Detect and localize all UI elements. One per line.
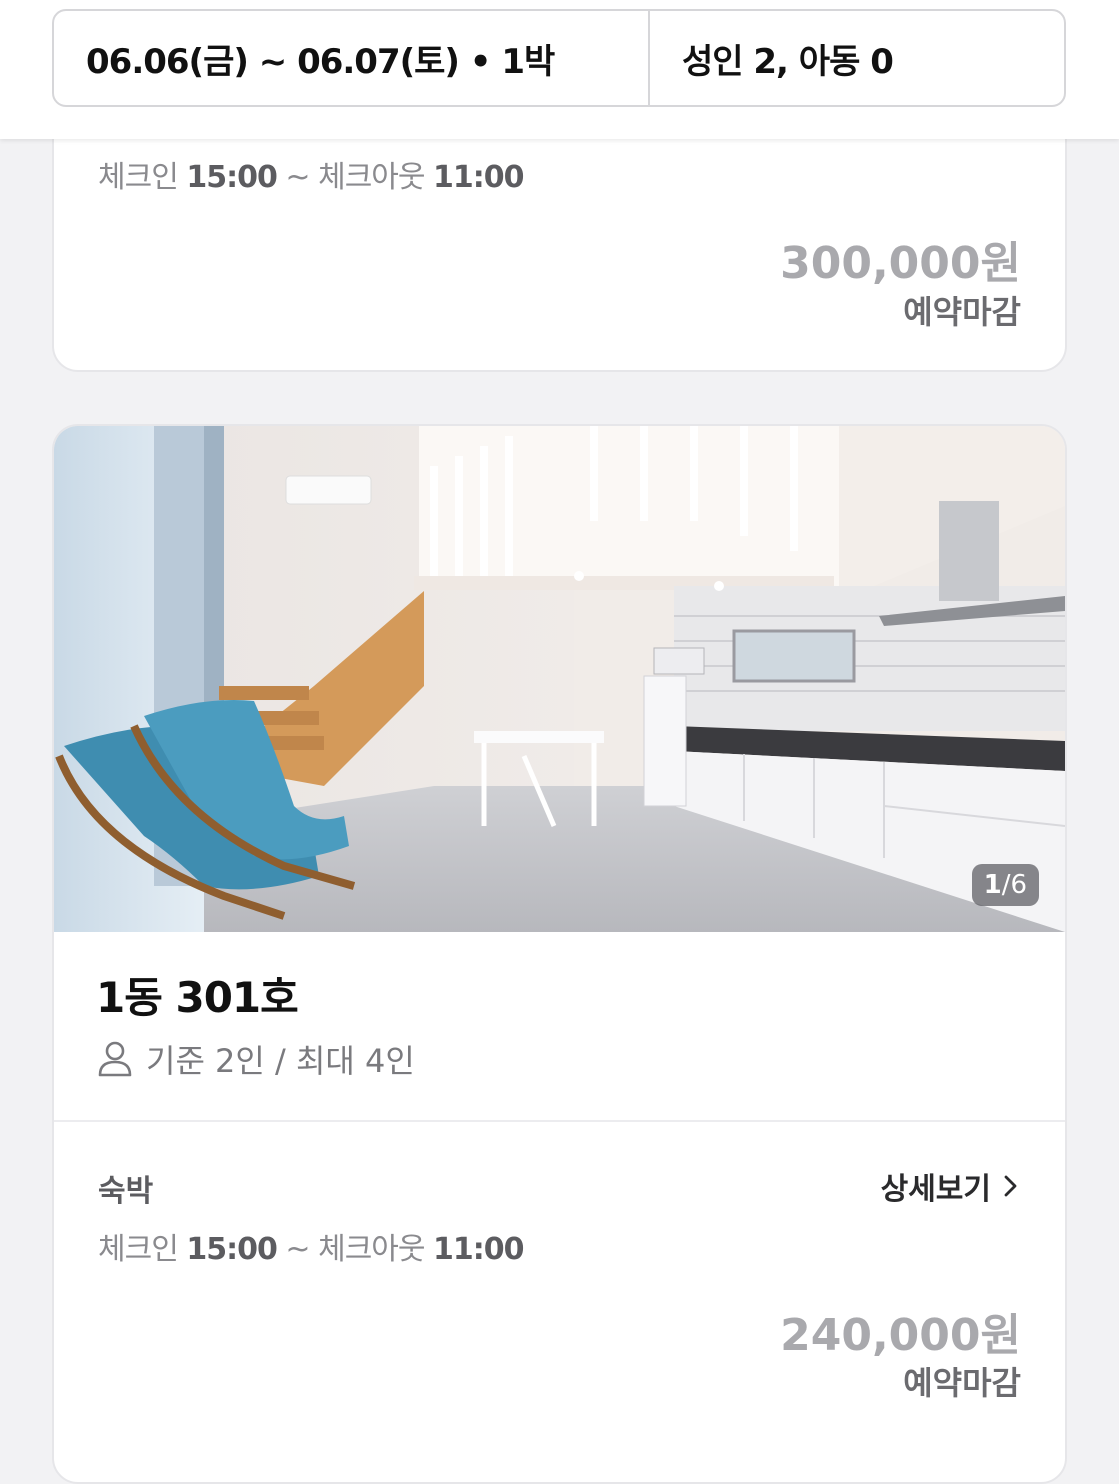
reservation-status: 예약마감 [903,293,1021,331]
checkin-checkout-times: 체크인 15:00 ~ 체크아웃 11:00 [98,1224,525,1268]
date-range-field[interactable]: 06.06(금) ~ 06.07(토) • 1박 [54,11,650,105]
view-details-label: 상세보기 [880,1172,991,1207]
room-photo[interactable]: 1/6 [54,426,1065,932]
chevron-right-icon [1004,1175,1017,1197]
checkin-checkout-times: 체크인 15:00 ~ 체크아웃 11:00 [98,152,525,196]
checkout-label: 체크아웃 [318,1232,425,1267]
view-details-link[interactable]: 상세보기 [881,1164,1021,1208]
reservation-status: 예약마감 [903,1364,1021,1402]
room-name: 1동 301호 [96,973,299,1022]
photo-index-current: 1 [983,870,1002,900]
divider [54,1120,1065,1122]
checkout-time: 11:00 [433,160,524,195]
checkin-label: 체크인 [98,1232,179,1267]
person-icon [98,1041,132,1077]
guest-count-field[interactable]: 성인 2, 아동 0 [650,11,1064,105]
photo-counter: 1/6 [971,864,1039,906]
time-separator: ~ [285,1232,310,1267]
room-price: 300,000원 [780,238,1021,289]
time-separator: ~ [285,160,310,195]
search-header: 06.06(금) ~ 06.07(토) • 1박 성인 2, 아동 0 [0,0,1119,139]
checkin-time: 15:00 [186,1232,277,1267]
room-capacity: 기준 2인 / 최대 4인 [98,1036,415,1082]
search-summary-box: 06.06(금) ~ 06.07(토) • 1박 성인 2, 아동 0 [52,9,1066,107]
photo-index-total: /6 [1001,870,1027,900]
stay-type-label: 숙박 [98,1174,154,1209]
room-card[interactable]: 1/6 1동 301호 기준 2인 / 최대 4인 숙박 상세보기 체크인 15… [52,424,1067,1484]
checkout-time: 11:00 [433,1232,524,1267]
checkin-label: 체크인 [98,160,179,195]
checkout-label: 체크아웃 [318,160,425,195]
capacity-text: 기준 2인 / 최대 4인 [146,1042,415,1080]
room-price: 240,000원 [780,1310,1021,1361]
checkin-time: 15:00 [186,160,277,195]
